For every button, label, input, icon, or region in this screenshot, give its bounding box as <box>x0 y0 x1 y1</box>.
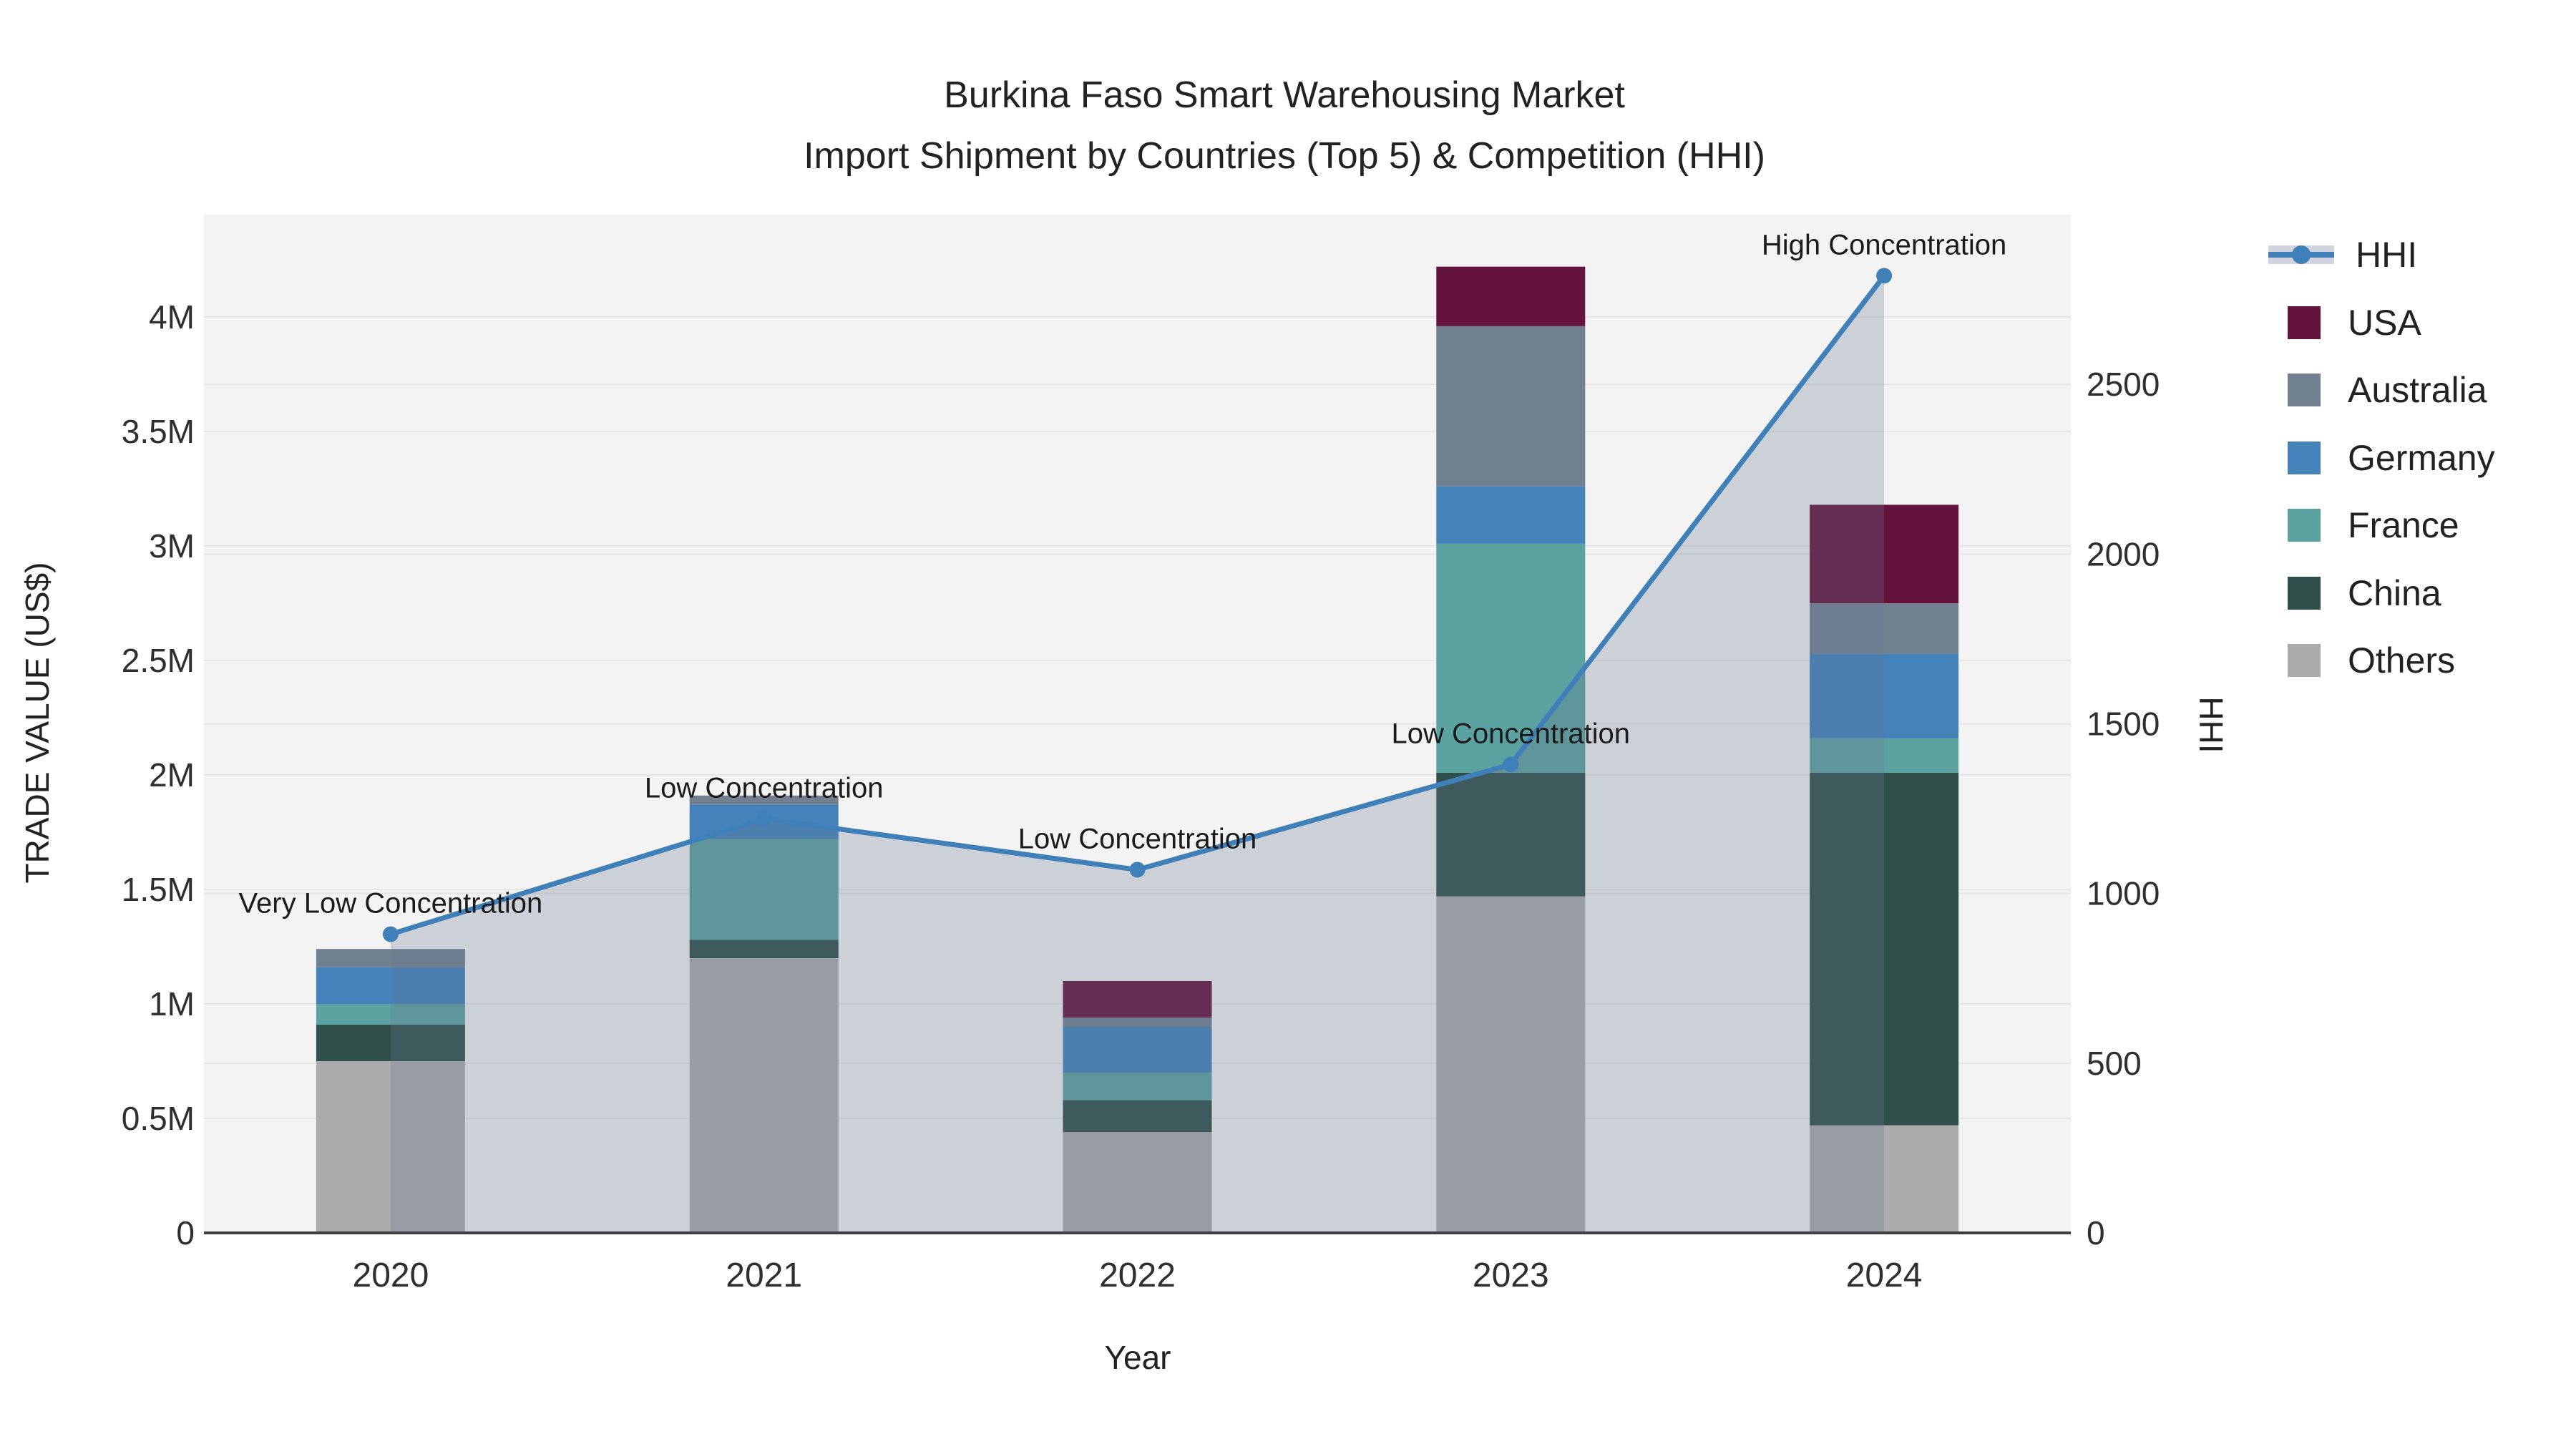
hhi-marker-2022[interactable] <box>1129 862 1146 878</box>
legend-swatch-icon <box>2288 576 2321 610</box>
y-tick-label-left: 1M <box>149 985 195 1023</box>
legend-item-usa[interactable]: USA <box>2288 301 2421 344</box>
legend-swatch-icon <box>2288 644 2321 677</box>
legend-swatch-icon <box>2288 441 2321 474</box>
annotation-2024: High Concentration <box>1762 229 2006 260</box>
legend-item-germany[interactable]: Germany <box>2288 436 2495 479</box>
legend-item-france[interactable]: France <box>2288 504 2459 547</box>
bar-segment-usa-2023[interactable] <box>1436 266 1586 326</box>
y-tick-label-left: 3.5M <box>122 413 195 450</box>
y-axis-title-right: HHI <box>2192 696 2230 753</box>
annotation-2022: Low Concentration <box>1018 823 1257 854</box>
y-tick-label-right: 2000 <box>2087 535 2160 572</box>
legend-label: China <box>2348 572 2441 613</box>
legend: HHI USA Australia Germany France China Others <box>2233 215 2569 701</box>
legend-label: France <box>2348 505 2459 545</box>
y-tick-label-right: 1000 <box>2087 875 2160 912</box>
y-tick-label-left: 0 <box>176 1214 195 1252</box>
annotation-2020: Very Low Concentration <box>239 888 543 919</box>
y-tick-label-right: 2500 <box>2087 366 2160 403</box>
legend-label: Others <box>2348 640 2456 680</box>
legend-label: Australia <box>2348 370 2487 410</box>
y-tick-label-left: 1.5M <box>122 871 195 908</box>
legend-label: HHI <box>2356 235 2418 275</box>
y-tick-label-left: 4M <box>149 298 195 336</box>
bar-segment-germany-2023[interactable] <box>1436 486 1586 544</box>
legend-item-china[interactable]: China <box>2288 572 2441 615</box>
hhi-marker-2024[interactable] <box>1876 268 1893 284</box>
x-axis-title: Year <box>1104 1339 1171 1376</box>
legend-swatch-icon <box>2288 509 2321 542</box>
annotation-2021: Low Concentration <box>645 772 884 804</box>
legend-item-hhi[interactable]: HHI <box>2268 233 2417 276</box>
x-tick-label-2022: 2022 <box>1099 1257 1176 1294</box>
y-tick-label-left: 3M <box>149 527 195 565</box>
chart-canvas: Burkina Faso Smart Warehousing Market Im… <box>0 0 2576 1449</box>
hhi-marker-2020[interactable] <box>382 926 399 942</box>
x-tick-label-2021: 2021 <box>726 1257 802 1294</box>
hhi-marker-2023[interactable] <box>1503 756 1519 773</box>
x-tick-label-2023: 2023 <box>1473 1257 1549 1294</box>
hhi-marker-2021[interactable] <box>756 811 772 827</box>
legend-swatch-icon <box>2288 374 2321 406</box>
legend-label: Germany <box>2348 437 2495 478</box>
chart-title-line2: Import Shipment by Countries (Top 5) & C… <box>804 135 1765 177</box>
plot-area-svg: 0 0.5M 1M 1.5M 2M 2.5M 3M 3.5M 4M 0 500 1000 1500 200… <box>122 215 2160 1294</box>
hhi-legend-glyph-icon <box>2268 238 2334 271</box>
legend-item-australia[interactable]: Australia <box>2288 369 2487 411</box>
x-tick-label-2024: 2024 <box>1846 1257 1923 1294</box>
y-axis-title-left: TRADE VALUE (US$) <box>19 562 56 884</box>
y-tick-label-right: 1500 <box>2087 706 2160 743</box>
y-tick-label-right: 500 <box>2087 1045 2142 1082</box>
annotation-2023: Low Concentration <box>1392 718 1631 749</box>
y-tick-label-left: 2M <box>149 756 195 794</box>
y-tick-label-left: 0.5M <box>122 1100 195 1137</box>
x-tick-label-2020: 2020 <box>353 1257 429 1294</box>
y-tick-label-right: 0 <box>2087 1214 2105 1252</box>
legend-label: USA <box>2348 302 2421 343</box>
y-tick-label-left: 2.5M <box>122 642 195 679</box>
bar-segment-australia-2023[interactable] <box>1436 326 1586 487</box>
legend-item-others[interactable]: Others <box>2288 639 2455 682</box>
legend-swatch-icon <box>2288 306 2321 339</box>
chart-title-line1: Burkina Faso Smart Warehousing Market <box>944 74 1625 116</box>
